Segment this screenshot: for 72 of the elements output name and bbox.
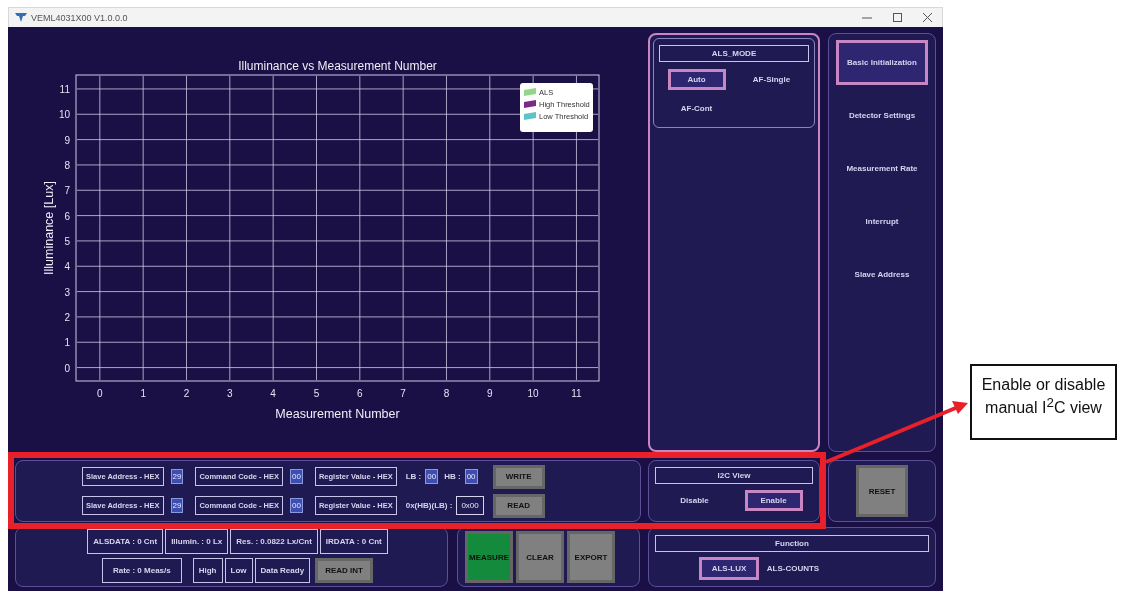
group-title: I2C View xyxy=(655,467,813,484)
action-button[interactable]: CLEAR xyxy=(516,531,564,583)
hex-field[interactable]: 29 xyxy=(170,498,184,513)
logo-icon xyxy=(15,12,27,23)
hex-field[interactable]: 00 xyxy=(464,469,478,484)
mode-option[interactable]: Auto xyxy=(667,69,726,90)
y-tick-label: 1 xyxy=(64,337,70,349)
field-label: LB : xyxy=(405,472,422,481)
x-tick-label: 5 xyxy=(313,388,320,399)
x-tick-label: 6 xyxy=(357,388,363,399)
x-tick-label: 8 xyxy=(443,388,450,399)
reading-cell: ALSDATA : 0 Cnt xyxy=(87,529,164,554)
x-tick-label: 11 xyxy=(571,388,582,399)
function-option[interactable]: ALS-LUX xyxy=(699,557,759,580)
callout-text: Enable or disable manual I$^{2}$C view xyxy=(970,364,1117,440)
group-title: ALS_MODE xyxy=(659,45,809,62)
nav-item[interactable]: Interrupt xyxy=(836,199,928,244)
hex-field[interactable]: 00 xyxy=(425,469,439,484)
view-option[interactable]: Enable xyxy=(744,490,803,511)
chart-title: Illuminance vs Measurement Number xyxy=(238,59,437,73)
hex-field[interactable]: 00 xyxy=(290,498,303,513)
nav-item[interactable]: Measurement Rate xyxy=(836,146,928,191)
x-tick-label: 1 xyxy=(140,388,146,399)
x-tick-label: 7 xyxy=(400,388,406,399)
reading-cell: Res. : 0.0822 Lx/Cnt xyxy=(230,529,318,554)
y-tick-label: 11 xyxy=(59,83,70,95)
hex-field[interactable]: 00 xyxy=(290,469,303,484)
action-button[interactable]: EXPORT xyxy=(567,531,615,583)
read-int-button[interactable]: READ INT xyxy=(315,558,374,583)
mode-option[interactable]: AF-Single xyxy=(742,69,801,90)
y-tick-label: 4 xyxy=(64,261,70,273)
result-field: 0x00 xyxy=(456,496,484,515)
flag-cell: High xyxy=(192,558,223,583)
y-tick-label: 9 xyxy=(64,134,70,146)
y-tick-label: 2 xyxy=(64,311,70,323)
field-label: HB : xyxy=(444,472,461,481)
x-axis-label: Measurement Number xyxy=(275,407,400,421)
y-tick-label: 6 xyxy=(64,210,70,222)
close-icon[interactable] xyxy=(923,13,932,22)
nav-item[interactable]: Slave Address xyxy=(836,252,928,297)
flag-cell: Low xyxy=(224,558,253,583)
action-button[interactable]: WRITE xyxy=(492,464,545,489)
reading-cell: IRDATA : 0 Cnt xyxy=(319,529,388,554)
group-title: Function xyxy=(655,535,929,552)
flag-cell: Data Ready xyxy=(254,558,311,583)
field-label: 0x(HB)(LB) : xyxy=(405,501,453,510)
action-button[interactable]: MEASURE xyxy=(465,531,513,583)
action-button[interactable]: READ xyxy=(492,493,545,518)
nav-item[interactable]: Basic Initialization xyxy=(836,40,928,85)
y-tick-label: 3 xyxy=(64,286,70,298)
rate-cell: Rate : 0 Meas/s xyxy=(101,558,182,583)
y-tick-label: 0 xyxy=(64,362,70,374)
x-tick-label: 3 xyxy=(227,388,233,399)
x-tick-label: 10 xyxy=(527,388,539,399)
function-option[interactable]: ALS-COUNTS xyxy=(763,557,823,580)
window-title: VEML4031X00 V1.0.0.0 xyxy=(31,12,128,23)
x-tick-label: 9 xyxy=(487,388,493,399)
reset-button[interactable]: RESET xyxy=(856,465,908,517)
maximize-icon[interactable] xyxy=(893,13,902,22)
y-tick-label: 10 xyxy=(58,109,70,121)
hex-field[interactable]: 29 xyxy=(170,469,184,484)
y-tick-label: 8 xyxy=(64,159,70,171)
nav-item[interactable]: Detector Settings xyxy=(836,93,928,138)
y-tick-label: 7 xyxy=(64,185,70,197)
x-tick-label: 2 xyxy=(183,388,190,399)
x-tick-label: 4 xyxy=(270,388,276,399)
view-option[interactable]: Disable xyxy=(665,490,724,511)
y-tick-label: 5 xyxy=(64,235,70,247)
reading-cell: Illumin. : 0 Lx xyxy=(165,529,229,554)
y-axis-label: Illuminance [Lux] xyxy=(42,181,56,275)
x-tick-label: 0 xyxy=(97,388,103,399)
mode-option[interactable]: AF-Cont xyxy=(667,98,726,119)
